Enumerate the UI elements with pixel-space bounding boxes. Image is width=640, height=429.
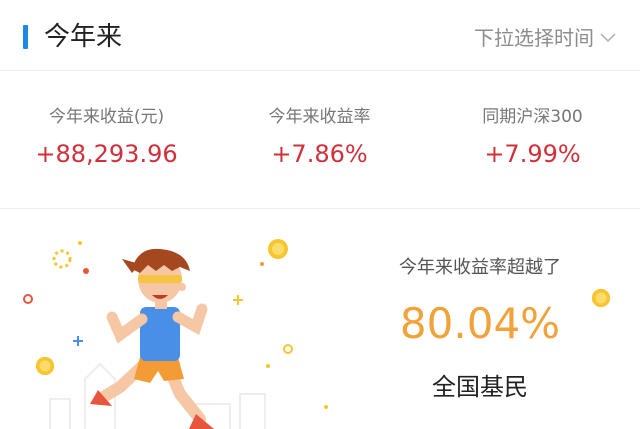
section-accent-bar [23, 25, 28, 49]
sparkle-icon [23, 241, 328, 409]
stat-label: 今年来收益率 [268, 107, 371, 127]
stat-value: +88,293.96 [35, 140, 178, 168]
time-range-dropdown[interactable]: 下拉选择时间 [474, 24, 616, 52]
section-title: 今年来 [44, 22, 123, 52]
promo-subtitle: 今年来收益率超越了 [399, 257, 561, 278]
time-range-dropdown-label: 下拉选择时间 [474, 26, 594, 50]
beat-percentage: 80.04% [399, 299, 561, 348]
stat-ytd-return-rate: 今年来收益率 +7.86% [213, 105, 426, 169]
ranking-promo-card: 今年来收益率超越了 80.04% 全国基民 [0, 209, 640, 429]
stat-ytd-profit: 今年来收益(元) +88,293.96 [0, 105, 213, 169]
stat-label: 今年来收益(元) [48, 107, 165, 127]
promo-target-label: 全国基民 [432, 373, 528, 401]
stat-value: +7.99% [484, 140, 581, 168]
stat-label: 同期沪深300 [482, 107, 583, 127]
returns-summary: 今年来收益(元) +88,293.96 今年来收益率 +7.86% 同期沪深30… [0, 71, 640, 209]
stat-csi300-benchmark: 同期沪深300 +7.99% [426, 105, 639, 169]
section-header: 今年来 下拉选择时间 [0, 0, 640, 71]
chevron-down-icon [600, 33, 616, 43]
stat-value: +7.86% [271, 140, 368, 168]
